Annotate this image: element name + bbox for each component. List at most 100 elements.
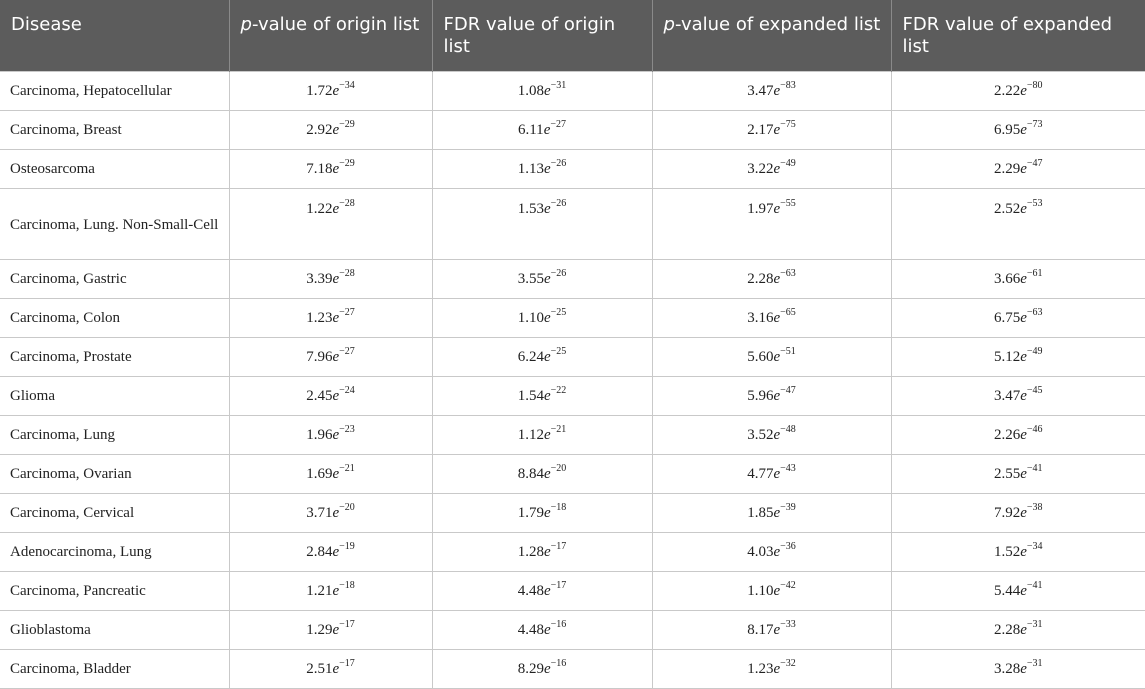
exp-base: e <box>543 309 551 326</box>
mantissa: 4.03 <box>747 543 774 560</box>
value-cell: 1.29e−17 <box>228 610 433 650</box>
exp-base: e <box>1020 621 1027 638</box>
sci-value: 1.21e−18 <box>306 580 355 599</box>
exp-base: e <box>1020 201 1027 217</box>
table-row: Carcinoma, Gastric 3.39e−28 3.55e−26 2.28e−… <box>0 259 1145 299</box>
value-cell: 1.12e−21 <box>431 415 653 455</box>
exponent: −63 <box>1026 306 1043 318</box>
value-cell: 1.10e−42 <box>651 571 892 611</box>
mantissa: 2.45 <box>306 387 333 404</box>
value-cell: 2.17e−75 <box>651 110 892 150</box>
mantissa: 3.52 <box>747 426 774 443</box>
exp-base: e <box>543 270 551 287</box>
exponent: −43 <box>780 462 796 474</box>
value-cell: 1.53e−26 <box>431 188 653 260</box>
exponent: −17 <box>550 579 567 591</box>
exponent: −41 <box>1026 462 1043 474</box>
exponent: −38 <box>1026 501 1043 513</box>
header-disease: Disease <box>0 0 230 72</box>
exponent: −28 <box>339 198 355 209</box>
value-cell: 1.54e−22 <box>431 376 653 416</box>
disease-cell: Carcinoma, Hepatocellular <box>0 71 230 111</box>
mantissa: 5.12 <box>993 348 1021 365</box>
value-cell: 7.18e−29 <box>228 149 433 189</box>
value-cell: 5.44e−41 <box>890 571 1145 611</box>
mantissa: 8.29 <box>517 660 544 677</box>
mantissa: 3.66 <box>993 270 1021 287</box>
exponent: −23 <box>339 423 355 435</box>
value-cell: 3.52e−48 <box>651 415 892 455</box>
value-cell: 7.96e−27 <box>228 337 433 377</box>
mantissa: 1.52 <box>993 543 1021 560</box>
mantissa: 1.21 <box>306 582 333 599</box>
sci-value: 3.66e−61 <box>993 268 1043 287</box>
mantissa: 1.12 <box>517 426 544 443</box>
mantissa: 5.60 <box>747 348 774 365</box>
sci-value: 1.29e−17 <box>306 619 355 638</box>
mantissa: 6.24 <box>517 348 544 365</box>
sci-value: 2.51e−17 <box>306 658 355 677</box>
exponent: −26 <box>550 267 567 279</box>
header-italic-text: p <box>240 14 252 35</box>
sci-value: 1.96e−23 <box>306 423 355 443</box>
table-header: Disease p-value of origin list FDR value o… <box>0 0 1145 72</box>
mantissa: 1.96 <box>306 426 333 443</box>
table-row: Carcinoma, Lung 1.96e−23 1.12e−21 3.52e−48 2… <box>0 415 1145 455</box>
exponent: −33 <box>780 618 796 630</box>
value-cell: 1.23e−27 <box>228 298 433 338</box>
exponent: −19 <box>339 540 355 552</box>
sci-value: 1.13e−26 <box>518 158 567 177</box>
value-cell: 2.28e−63 <box>651 259 892 299</box>
sci-value: 4.03e−36 <box>747 541 796 560</box>
header-fdr-expanded: FDR value of expanded list <box>891 0 1145 72</box>
exponent: −26 <box>550 198 567 209</box>
sci-value: 3.39e−28 <box>306 268 355 287</box>
sci-value: 1.08e−31 <box>517 79 567 99</box>
value-cell: 1.72e−34 <box>228 71 433 111</box>
exponent: −45 <box>1026 384 1043 396</box>
value-cell: 8.84e−20 <box>431 454 653 494</box>
sci-value: 8.29e−16 <box>517 658 567 677</box>
disease-cell: Carcinoma, Lung <box>0 415 230 455</box>
header-pvalue-origin: p-value of origin list <box>229 0 433 72</box>
sci-value: 8.17e−33 <box>747 618 796 638</box>
value-cell: 6.95e−73 <box>890 110 1145 150</box>
disease-cell: Glioblastoma <box>0 610 230 650</box>
value-cell: 2.29e−47 <box>890 149 1145 189</box>
mantissa: 3.47 <box>993 387 1021 404</box>
header-pvalue-expanded: p-value of expanded list <box>652 0 892 72</box>
sci-value: 1.10e−42 <box>747 580 796 599</box>
table-row: Carcinoma, Hepatocellular 1.72e−34 1.08e−3… <box>0 71 1145 111</box>
disease-cell: Carcinoma, Lung. Non-Small-Cell <box>0 188 230 260</box>
value-cell: 5.96e−47 <box>651 376 892 416</box>
mantissa: 2.26 <box>993 426 1021 443</box>
sci-value: 2.17e−75 <box>747 118 796 138</box>
exponent: −83 <box>780 79 796 91</box>
disease-cell: Carcinoma, Pancreatic <box>0 571 230 611</box>
value-cell: 7.92e−38 <box>890 493 1145 533</box>
value-cell: 2.55e−41 <box>890 454 1145 494</box>
sci-value: 2.52e−53 <box>994 199 1043 218</box>
mantissa: 2.28 <box>747 270 774 287</box>
exponent: −29 <box>339 157 355 169</box>
mantissa: 2.84 <box>306 543 333 560</box>
disease-cell: Carcinoma, Prostate <box>0 337 230 377</box>
exponent: −75 <box>780 118 796 130</box>
exp-base: e <box>543 201 551 217</box>
mantissa: 3.71 <box>306 504 333 521</box>
mantissa: 8.17 <box>747 621 774 638</box>
exponent: −21 <box>550 423 567 435</box>
exponent: −47 <box>1026 157 1043 169</box>
exp-base: e <box>1020 660 1027 677</box>
sci-value: 5.96e−47 <box>747 385 796 404</box>
exponent: −65 <box>780 306 796 318</box>
exponent: −49 <box>780 157 796 169</box>
header-text: FDR value of expanded list <box>902 14 1113 57</box>
value-cell: 3.66e−61 <box>890 259 1145 299</box>
exponent: −31 <box>550 79 567 91</box>
mantissa: 1.08 <box>517 82 544 99</box>
sci-value: 3.71e−20 <box>306 502 355 521</box>
mantissa: 3.39 <box>306 270 333 287</box>
sci-value: 2.45e−24 <box>306 385 355 404</box>
exponent: −34 <box>1026 540 1043 552</box>
